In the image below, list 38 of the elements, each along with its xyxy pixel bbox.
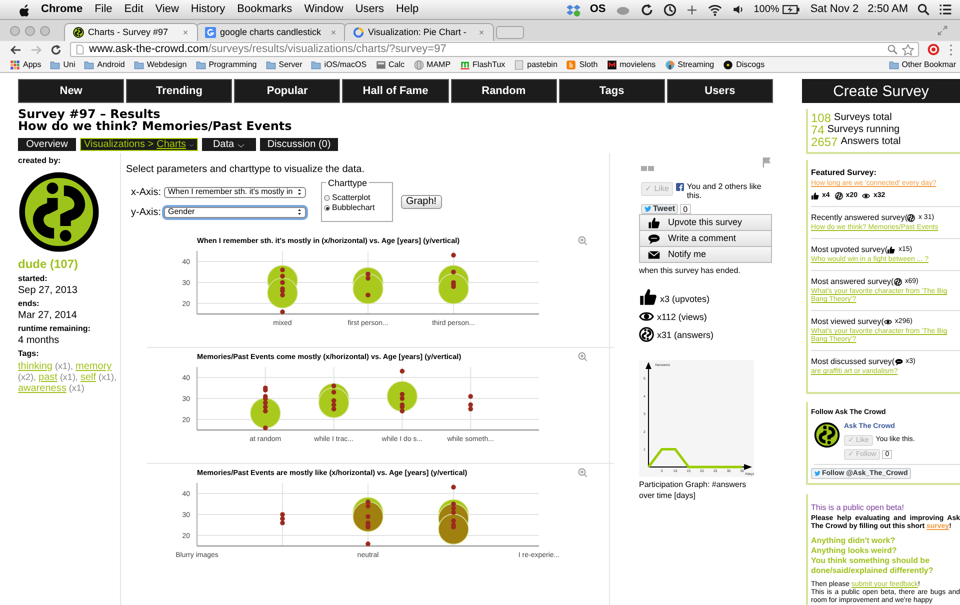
stat-text: x112 (views) (657, 310, 707, 324)
label-text: started: (18, 273, 48, 284)
value-text: Mar 27, 2014 (18, 310, 78, 321)
label-text: Tags: (18, 348, 40, 359)
survey-category: Most viewed survey( (811, 316, 884, 328)
beta-title: This is a public open beta! (811, 504, 905, 512)
question-text: Anything looks weird? (811, 546, 898, 556)
group-legend: Charttype (326, 177, 370, 190)
label-text: created by: (18, 155, 62, 166)
like-text: You and 2 others like this. (686, 182, 762, 200)
stat-label: Surveys total (834, 112, 892, 124)
stat-text: x31 (answers) (657, 328, 714, 342)
label-text: ends: (18, 298, 40, 309)
stat-count: 2657 (811, 136, 838, 148)
instruction-text: Select parameters and charttype to visualize the data. (126, 164, 366, 176)
section-heading: Featured Survey: (811, 167, 878, 179)
tag-list: thinking (x1), memory (x2), past (x1), self (x1), awareness (x1) (18, 361, 120, 394)
field-label: y-Axis: (130, 206, 162, 220)
note-text: when this survey has ended. (639, 265, 742, 277)
page-subtitle: How do we think? Memories/Past Events (18, 120, 293, 133)
stat-count: 74 (811, 124, 824, 136)
value-text: Sep 27, 2013 (18, 285, 78, 296)
value-text: 4 months (18, 335, 60, 346)
tweet-count: 0 (680, 204, 691, 214)
stat-text: x3 (upvotes) (660, 292, 710, 306)
question-text: You think something should be done/said/explained differently? (811, 556, 934, 576)
survey-category: Recently answered survey( (811, 212, 908, 224)
stat-label: Surveys running (827, 124, 900, 136)
stat-label: Answers total (840, 136, 901, 148)
graph-caption: Participation Graph: #answers over time [days] (639, 479, 748, 501)
survey-category: Most upvoted survey( (811, 244, 888, 256)
stat-count: 108 (811, 112, 832, 124)
survey-category: Most answered survey( (811, 276, 894, 288)
page-title: Survey #97 – Results (18, 108, 160, 120)
field-label: x-Axis: (130, 186, 162, 200)
question-text: Anything didn't work? (811, 536, 896, 546)
survey-category: Most discussed survey( (811, 356, 895, 368)
label-text: runtime remaining: (18, 323, 92, 334)
